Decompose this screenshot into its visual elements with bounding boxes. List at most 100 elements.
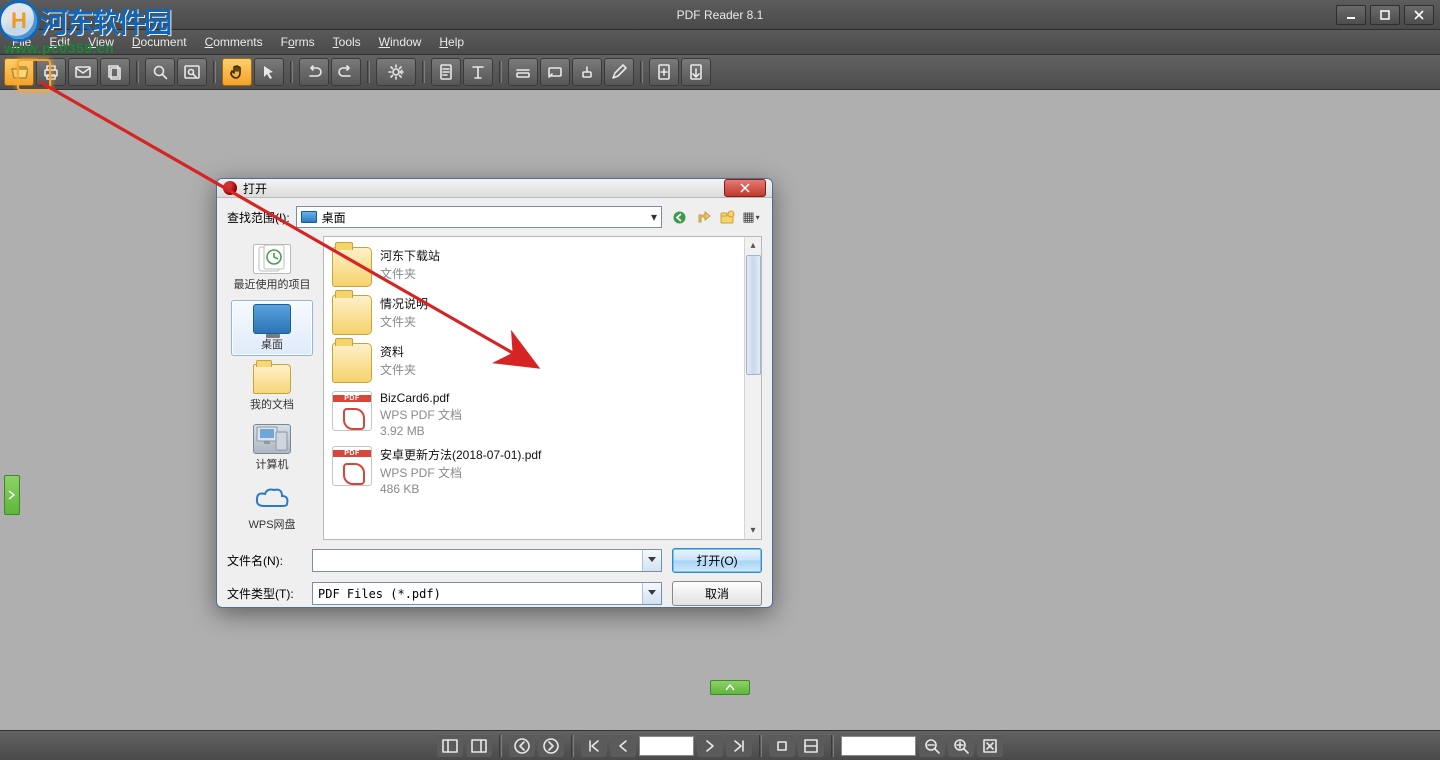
dialog-open-button[interactable]: 打开(O) [672, 548, 762, 573]
folder-icon [332, 295, 372, 335]
select-tool-icon[interactable] [254, 58, 284, 86]
pc-icon [253, 424, 291, 454]
file-row[interactable]: 河东下载站文件夹 [330, 243, 738, 291]
file-row[interactable]: 资料文件夹 [330, 339, 738, 387]
file-type: WPS PDF 文档 [380, 406, 462, 423]
hand-tool-icon[interactable] [222, 58, 252, 86]
highlight-area-icon[interactable] [540, 58, 570, 86]
menu-view[interactable]: View [80, 32, 122, 52]
page-number-box[interactable] [639, 736, 694, 756]
place-folder[interactable]: 我的文档 [231, 360, 313, 416]
stop-icon[interactable] [769, 735, 795, 757]
file-name: 安卓更新方法(2018-07-01).pdf [380, 446, 541, 463]
nav-back-icon[interactable] [509, 735, 535, 757]
zoom-fit-icon[interactable] [977, 735, 1003, 757]
file-type: WPS PDF 文档 [380, 464, 541, 481]
menu-bar: File Edit View Document Comments Forms T… [0, 30, 1440, 55]
place-label: 桌面 [261, 336, 283, 352]
zoom-in-icon[interactable] [948, 735, 974, 757]
panel-left-icon[interactable] [437, 735, 463, 757]
place-label: 计算机 [256, 456, 289, 472]
title-bar: PDF Reader 8.1 [0, 0, 1440, 30]
app-icon [6, 6, 24, 24]
menu-edit[interactable]: Edit [41, 32, 78, 52]
zoom-out-icon[interactable] [919, 735, 945, 757]
prev-page-icon[interactable] [610, 735, 636, 757]
close-button[interactable] [1404, 5, 1434, 25]
open-folder-icon[interactable] [4, 58, 34, 86]
highlight-icon[interactable] [508, 58, 538, 86]
file-name: 情况说明 [380, 295, 428, 312]
file-size: 486 KB [380, 482, 541, 496]
bottom-expand-handle[interactable] [710, 680, 750, 695]
scroll-up-button[interactable]: ▴ [745, 237, 761, 254]
web-back-icon[interactable] [668, 206, 690, 228]
menu-forms[interactable]: Forms [273, 32, 323, 52]
chevron-up-icon [725, 684, 735, 692]
file-list[interactable]: 河东下载站文件夹情况说明文件夹资料文件夹BizCard6.pdfWPS PDF … [324, 237, 744, 539]
menu-document[interactable]: Document [124, 32, 195, 52]
redo-icon[interactable] [331, 58, 361, 86]
scroll-thumb[interactable] [746, 255, 761, 375]
page-icon[interactable] [431, 58, 461, 86]
views-icon[interactable]: ▦▾ [740, 206, 762, 228]
file-name: 资料 [380, 343, 416, 360]
zoom-level-box[interactable] [841, 736, 916, 756]
dialog-cancel-button[interactable]: 取消 [672, 581, 762, 606]
place-monitor[interactable]: 桌面 [231, 300, 313, 356]
insert-page-icon[interactable] [649, 58, 679, 86]
place-cloud[interactable]: WPS网盘 [231, 480, 313, 536]
menu-help[interactable]: Help [431, 32, 472, 52]
desktop-icon [301, 211, 317, 223]
pdf-file-icon [332, 391, 372, 431]
filename-input[interactable] [312, 549, 662, 572]
text-icon[interactable] [463, 58, 493, 86]
pencil-icon[interactable] [604, 58, 634, 86]
sidebar-expand-handle[interactable] [4, 475, 20, 515]
minimize-button[interactable] [1336, 5, 1366, 25]
look-in-label: 查找范围(I): [227, 209, 290, 226]
filetype-dropdown[interactable] [312, 582, 662, 605]
first-page-icon[interactable] [581, 735, 607, 757]
email-icon[interactable] [68, 58, 98, 86]
file-type: 文件夹 [380, 361, 416, 378]
extract-page-icon[interactable] [681, 58, 711, 86]
up-one-level-icon[interactable] [692, 206, 714, 228]
copy-icon[interactable] [100, 58, 130, 86]
cloud-icon [253, 484, 291, 514]
file-row[interactable]: BizCard6.pdfWPS PDF 文档3.92 MB [330, 387, 738, 442]
place-label: 我的文档 [250, 396, 294, 412]
menu-file[interactable]: File [4, 32, 39, 52]
folder-icon [332, 343, 372, 383]
place-recent[interactable]: 最近使用的项目 [231, 240, 313, 296]
panel-right-icon[interactable] [466, 735, 492, 757]
next-page-icon[interactable] [697, 735, 723, 757]
fit-page-icon[interactable] [798, 735, 824, 757]
dialog-title-bar[interactable]: 打开 [217, 179, 772, 198]
file-row[interactable]: 安卓更新方法(2018-07-01).pdfWPS PDF 文档486 KB [330, 442, 738, 500]
menu-tools[interactable]: Tools [325, 32, 369, 52]
print-icon[interactable] [36, 58, 66, 86]
vertical-scrollbar[interactable]: ▴ ▾ [744, 237, 761, 539]
file-type: 文件夹 [380, 265, 440, 282]
open-file-dialog: 打开 查找范围(I): 桌面 ▾ ▦▾ 最近使用的项目桌面我的文档计算机 WPS网… [216, 178, 773, 608]
scroll-down-button[interactable]: ▾ [745, 522, 761, 539]
stamp-icon[interactable] [572, 58, 602, 86]
settings-gear-icon[interactable] [376, 58, 416, 86]
monitor-icon [253, 304, 291, 334]
find-icon[interactable] [145, 58, 175, 86]
place-pc[interactable]: 计算机 [231, 420, 313, 476]
dialog-close-button[interactable] [724, 179, 766, 197]
maximize-button[interactable] [1370, 5, 1400, 25]
chevron-right-icon [8, 490, 16, 500]
nav-forward-icon[interactable] [538, 735, 564, 757]
search-panel-icon[interactable] [177, 58, 207, 86]
file-row[interactable]: 情况说明文件夹 [330, 291, 738, 339]
menu-comments[interactable]: Comments [197, 32, 271, 52]
menu-window[interactable]: Window [371, 32, 430, 52]
look-in-dropdown[interactable]: 桌面 ▾ [296, 206, 662, 228]
new-folder-icon[interactable] [716, 206, 738, 228]
last-page-icon[interactable] [726, 735, 752, 757]
undo-icon[interactable] [299, 58, 329, 86]
dialog-title: 打开 [243, 180, 267, 197]
